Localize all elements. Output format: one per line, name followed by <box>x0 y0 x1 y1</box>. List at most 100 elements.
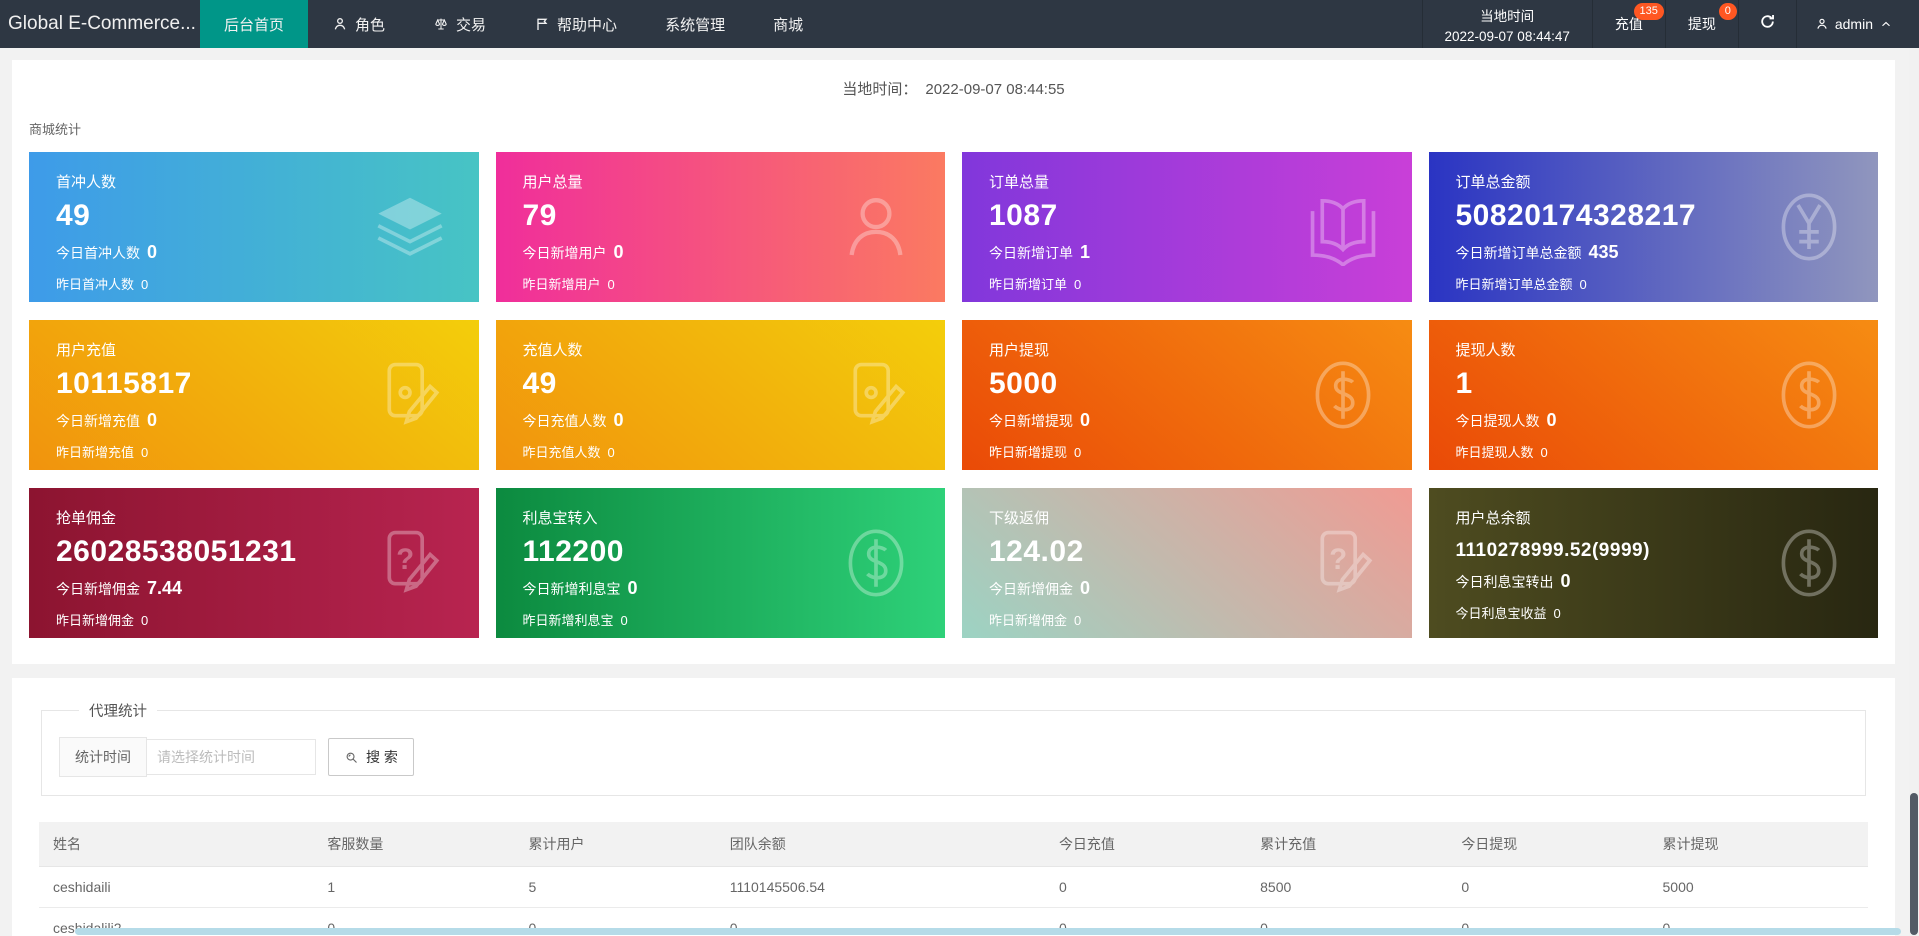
menu-item-label: 系统管理 <box>665 16 726 34</box>
navbar-right: 当地时间 2022-09-07 08:44:47 充值 135 提现 0 adm… <box>1421 0 1919 48</box>
table-header-cell: 姓名 <box>39 822 314 867</box>
layers-icon <box>371 188 449 266</box>
table-row: ceshidaili 1 5 1110145506.54 0 8500 0 5000 <box>39 866 1868 908</box>
navbar-local-time: 当地时间 2022-09-07 08:44:47 <box>1421 0 1592 48</box>
dollar-circle-icon <box>1304 356 1382 434</box>
recharge-badge: 135 <box>1633 3 1664 20</box>
main-content: 当地时间： 2022-09-07 08:44:55 商城统计 首冲人数 49 今日首冲… <box>0 60 1919 936</box>
table-header-cell: 今日充值 <box>1044 822 1247 867</box>
stat-card-yesterday-line: 昨日充值人数 0 <box>522 445 615 460</box>
stat-card-first-recharge-users: 首冲人数 49 今日首冲人数 0 昨日首冲人数 0 <box>29 152 479 302</box>
menu-item-mall[interactable]: 商城 <box>749 0 827 48</box>
stat-card-order-commission: 抢单佣金 26028538051231 今日新增佣金 7.44 昨日新增佣金 0? <box>29 488 479 638</box>
table-cell: 1 <box>313 866 515 908</box>
stat-card-yesterday-line: 昨日新增订单 0 <box>989 277 1082 292</box>
stats-panel: 当地时间： 2022-09-07 08:44:55 商城统计 首冲人数 49 今日首冲… <box>12 60 1895 664</box>
stat-card-sub-rebate: 下级返佣 124.02 今日新增佣金 0 昨日新增佣金 0? <box>962 488 1412 638</box>
table-cell: 0 <box>1044 866 1247 908</box>
agent-panel: 代理统计 统计时间 搜 索 姓名客服数量累计用户团队余额今日充值累计充值今日提现… <box>12 678 1895 936</box>
book-icon <box>1304 188 1382 268</box>
withdraw-nav-label: 提现 <box>1687 16 1716 32</box>
table-cell: 5000 <box>1648 866 1868 908</box>
agent-search-form: 统计时间 搜 索 <box>59 737 1865 777</box>
menu-item-label: 交易 <box>456 16 487 34</box>
menu-item-label: 后台首页 <box>224 16 285 34</box>
table-header-cell: 客服数量 <box>313 822 515 867</box>
table-cell: 0 <box>1447 866 1649 908</box>
user-icon <box>837 188 915 266</box>
menu-item-system[interactable]: 系统管理 <box>641 0 749 48</box>
dollar-circle-icon <box>1770 356 1848 434</box>
dollar-circle-icon <box>1770 524 1848 602</box>
table-header-cell: 累计用户 <box>514 822 716 867</box>
stat-card-yesterday-line: 昨日首冲人数 0 <box>56 277 149 292</box>
content-local-time: 当地时间： 2022-09-07 08:44:55 <box>12 60 1895 99</box>
menu-item-label: 角色 <box>355 16 386 34</box>
stat-card-interest-in: 利息宝转入 112200 今日新增利息宝 0 昨日新增利息宝 0 <box>495 488 945 638</box>
navbar-local-time-label: 当地时间 <box>1480 8 1535 24</box>
content-local-time-label: 当地时间： <box>842 81 918 98</box>
stat-card-recharge-users: 充值人数 49 今日充值人数 0 昨日充值人数 0 <box>495 320 945 470</box>
table-header-cell: 今日提现 <box>1447 822 1649 867</box>
menu-item-roles[interactable]: 角色 <box>308 0 409 48</box>
agent-stats-legend: 代理统计 <box>89 704 147 720</box>
withdraw-nav-button[interactable]: 提现 0 <box>1664 0 1738 48</box>
menu-item-trade[interactable]: 交易 <box>409 0 510 48</box>
stat-card-yesterday-line: 昨日新增利息宝 0 <box>522 613 628 628</box>
user-menu[interactable]: admin <box>1795 0 1919 48</box>
horizontal-scrollbar[interactable] <box>75 928 1901 935</box>
menu-item-home[interactable]: 后台首页 <box>200 0 309 48</box>
table-cell: ceshidaili <box>39 866 314 908</box>
user-icon <box>1815 17 1829 31</box>
app-logo: Global E-Commerce... <box>8 13 196 34</box>
refresh-button[interactable] <box>1737 0 1796 48</box>
menu-item-help[interactable]: 帮助中心 <box>510 0 641 48</box>
stat-card-yesterday-line: 昨日新增佣金 0 <box>56 613 149 628</box>
svg-text:?: ? <box>1329 544 1347 576</box>
dollar-circle-icon <box>837 524 915 602</box>
vertical-scrollbar-thumb[interactable] <box>1910 793 1918 935</box>
vertical-scrollbar[interactable] <box>1909 48 1919 936</box>
table-cell: 1110145506.54 <box>715 866 1045 908</box>
stat-card-total-balance: 用户总余额 1110278999.52(9999) 今日利息宝转出 0 今日利息宝收益 0 <box>1428 488 1878 638</box>
search-button[interactable]: 搜 索 <box>328 738 414 776</box>
stat-card-yesterday-line: 今日利息宝收益 0 <box>1455 606 1561 621</box>
main-menu: 后台首页 角色 交易 帮助中心 系统管理 商城 <box>200 0 827 48</box>
search-button-label: 搜 索 <box>366 749 398 765</box>
scales-icon <box>433 16 449 32</box>
withdraw-badge: 0 <box>1718 3 1737 20</box>
search-icon <box>344 750 359 765</box>
stat-card-user-recharge: 用户充值 10115817 今日新增充值 0 昨日新增充值 0 <box>29 320 479 470</box>
stat-card-yesterday-line: 昨日新增佣金 0 <box>989 613 1082 628</box>
refresh-icon <box>1759 13 1776 35</box>
stat-time-input[interactable] <box>146 739 316 775</box>
table-header-row: 姓名 客服数量 累计用户 团队余额 今日充值 累计充值 今日提现 累计提现 <box>39 822 1868 867</box>
username: admin <box>1834 16 1873 32</box>
stat-card-yesterday-line: 昨日新增订单总金额 0 <box>1455 277 1587 292</box>
table-cell: 5 <box>514 866 716 908</box>
document-edit-icon <box>837 356 915 434</box>
content-local-time-value: 2022-09-07 08:44:55 <box>925 81 1065 98</box>
document-edit-icon <box>371 356 449 434</box>
stat-card-total-users: 用户总量 79 今日新增用户 0 昨日新增用户 0 <box>495 152 945 302</box>
svg-text:?: ? <box>396 544 414 576</box>
agent-stats-table: 姓名 客服数量 累计用户 团队余额 今日充值 累计充值 今日提现 累计提现 ceshidail… <box>39 822 1868 936</box>
question-document-edit-icon: ? <box>371 524 449 602</box>
stat-time-label: 统计时间 <box>59 737 147 777</box>
chevron-up-icon <box>1879 17 1893 31</box>
stat-card-yesterday-line: 昨日新增充值 0 <box>56 445 149 460</box>
menu-item-label: 商城 <box>773 16 804 34</box>
stat-card-withdraw-users: 提现人数 1 今日提现人数 0 昨日提现人数 0 <box>1428 320 1878 470</box>
flag-icon <box>534 16 550 32</box>
table-header-cell: 累计充值 <box>1246 822 1448 867</box>
stats-section-title: 商城统计 <box>29 122 82 137</box>
stat-card-user-withdraw: 用户提现 5000 今日新增提现 0 昨日新增提现 0 <box>962 320 1412 470</box>
table-cell: 8500 <box>1246 866 1448 908</box>
recharge-nav-button[interactable]: 充值 135 <box>1591 0 1665 48</box>
stats-cards-grid: 首冲人数 49 今日首冲人数 0 昨日首冲人数 0 用户总量 79 今日新增用户 0 昨日新增用户 0… <box>12 138 1895 664</box>
person-icon <box>332 16 348 32</box>
menu-item-label: 帮助中心 <box>557 16 618 34</box>
agent-stats-fieldset: 代理统计 统计时间 搜 索 <box>41 700 1866 796</box>
stat-card-yesterday-line: 昨日提现人数 0 <box>1455 445 1548 460</box>
navbar-local-time-value: 2022-09-07 08:44:47 <box>1444 28 1570 44</box>
